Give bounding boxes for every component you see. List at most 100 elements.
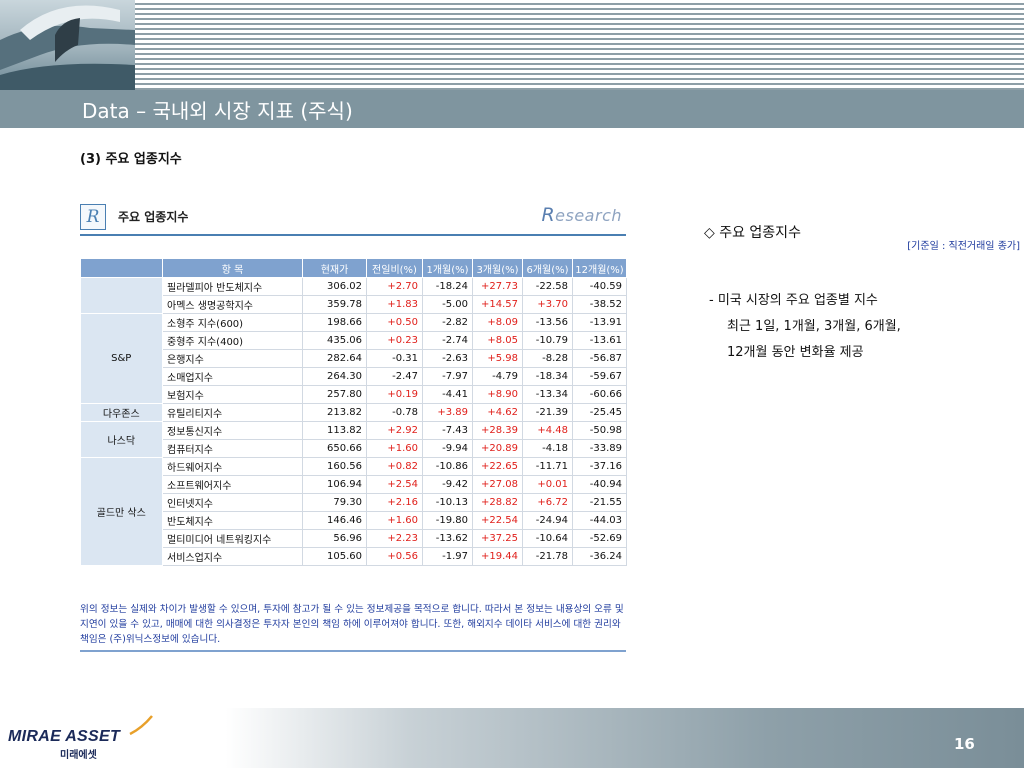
change-value: +2.92 [366,421,423,440]
change-value: -33.89 [572,439,627,458]
change-value: -7.97 [422,367,473,386]
index-name: 컴퓨터지수 [162,439,303,458]
column-header: 3개월(%) [472,258,523,278]
change-value: +2.54 [366,475,423,494]
change-value: -0.78 [366,403,423,422]
slide-title: Data – 국내외 시장 지표 (주식) [82,99,353,123]
change-value: +28.82 [472,493,523,512]
header-photo [0,0,135,90]
side-line: 최근 1일, 1개월, 3개월, 6개월, [727,319,901,334]
current-value: 306.02 [302,277,367,296]
current-value: 160.56 [302,457,367,476]
table-row: 중형주 지수(400) 435.06 +0.23 -2.74 +8.05 -10.79 -1… [81,331,627,350]
table-row: 아멕스 생명공학지수 359.78 +1.83 -5.00 +14.57 +3.70 -38… [81,295,627,314]
change-value: -38.52 [572,295,627,314]
change-value: +37.25 [472,529,523,548]
table-row: 소매업지수 264.30 -2.47 -7.97 -4.79 -18.34 -59.67 [81,367,627,386]
change-value: -56.87 [572,349,627,368]
panel-header: R 주요 업종지수 Research [80,204,626,236]
change-value: -44.03 [572,511,627,530]
change-value: -10.13 [422,493,473,512]
change-value: -13.34 [522,385,573,404]
group-label: 골드만 삭스 [80,457,163,566]
change-value: +4.62 [472,403,523,422]
table-row: 소프트웨어지수 106.94 +2.54 -9.42 +27.08 +0.01 -40.94 [81,475,627,494]
index-name: 정보통신지수 [162,421,303,440]
index-name: 소매업지수 [162,367,303,386]
change-value: -2.74 [422,331,473,350]
change-value: +3.70 [522,295,573,314]
change-value: -13.61 [572,331,627,350]
change-value: +27.08 [472,475,523,494]
index-name: 필라델피아 반도체지수 [162,277,303,296]
column-header: 항 목 [162,258,303,278]
current-value: 79.30 [302,493,367,512]
group-label: S&P [80,313,163,404]
research-logo-icon: R [80,204,106,230]
table-row: 필라델피아 반도체지수 306.02 +2.70 -18.24 +27.73 -22.58… [80,277,627,314]
company-logo: MIRAE ASSET [8,728,121,745]
change-value: +1.83 [366,295,423,314]
table-row: 컴퓨터지수 650.66 +1.60 -9.94 +20.89 -4.18 -33.89 [81,439,627,458]
index-name: 소프트웨어지수 [162,475,303,494]
change-value: -4.18 [522,439,573,458]
side-line: 12개월 동안 변화율 제공 [727,345,864,360]
group-label: 다우존스 [80,403,163,422]
current-value: 105.60 [302,547,367,566]
table-row: 반도체지수 146.46 +1.60 -19.80 +22.54 -24.94 -44.03 [81,511,627,530]
change-value: -36.24 [572,547,627,566]
table-row: 나스닥 정보통신지수 113.82 +2.92 -7.43 +28.39 +4.48 -50.… [80,421,627,458]
change-value: +22.65 [472,457,523,476]
change-value: +27.73 [472,277,523,296]
current-value: 435.06 [302,331,367,350]
change-value: -11.71 [522,457,573,476]
change-value: -52.69 [572,529,627,548]
index-name: 아멕스 생명공학지수 [162,295,303,314]
current-value: 146.46 [302,511,367,530]
change-value: -5.00 [422,295,473,314]
change-value: +6.72 [522,493,573,512]
change-value: +0.01 [522,475,573,494]
change-value: -8.28 [522,349,573,368]
index-name: 서비스업지수 [162,547,303,566]
research-wordmark: Research [541,204,622,226]
column-header: 12개월(%) [572,258,627,278]
current-value: 113.82 [302,421,367,440]
change-value: +3.89 [422,403,473,422]
index-name: 은행지수 [162,349,303,368]
change-value: -21.39 [522,403,573,422]
table-row: 보험지수 257.80 +0.19 -4.41 +8.90 -13.34 -60.66 [81,385,627,404]
change-value: -2.47 [366,367,423,386]
column-header: 현재가 [302,258,367,278]
table-row: 멀티미디어 네트워킹지수 56.96 +2.23 -13.62 +37.25 -10.64… [81,529,627,548]
page-number: 16 [954,735,975,753]
change-value: -59.67 [572,367,627,386]
change-value: -1.97 [422,547,473,566]
change-value: -18.24 [422,277,473,296]
change-value: +2.16 [366,493,423,512]
change-value: +1.60 [366,439,423,458]
index-name: 중형주 지수(400) [162,331,303,350]
basis-date-note: [기준일 : 직전거래일 종가] [907,241,1020,252]
change-value: -0.31 [366,349,423,368]
change-value: -2.82 [422,313,473,332]
current-value: 264.30 [302,367,367,386]
change-value: -25.45 [572,403,627,422]
current-value: 56.96 [302,529,367,548]
change-value: +8.05 [472,331,523,350]
change-value: +28.39 [472,421,523,440]
change-value: -50.98 [572,421,627,440]
side-description: - 미국 시장의 주요 업종별 지수 최근 1일, 1개월, 3개월, 6개월,… [709,288,901,366]
change-value: -60.66 [572,385,627,404]
change-value: -18.34 [522,367,573,386]
change-value: -7.43 [422,421,473,440]
change-value: +14.57 [472,295,523,314]
current-value: 282.64 [302,349,367,368]
change-value: -10.64 [522,529,573,548]
change-value: +2.70 [366,277,423,296]
group-label [80,277,163,314]
column-header: 1개월(%) [422,258,473,278]
change-value: +8.09 [472,313,523,332]
section-heading: (3) 주요 업종지수 [80,152,182,167]
table-row: S&P 소형주 지수(600) 198.66 +0.50 -2.82 +8.09 -13.5… [80,313,627,404]
